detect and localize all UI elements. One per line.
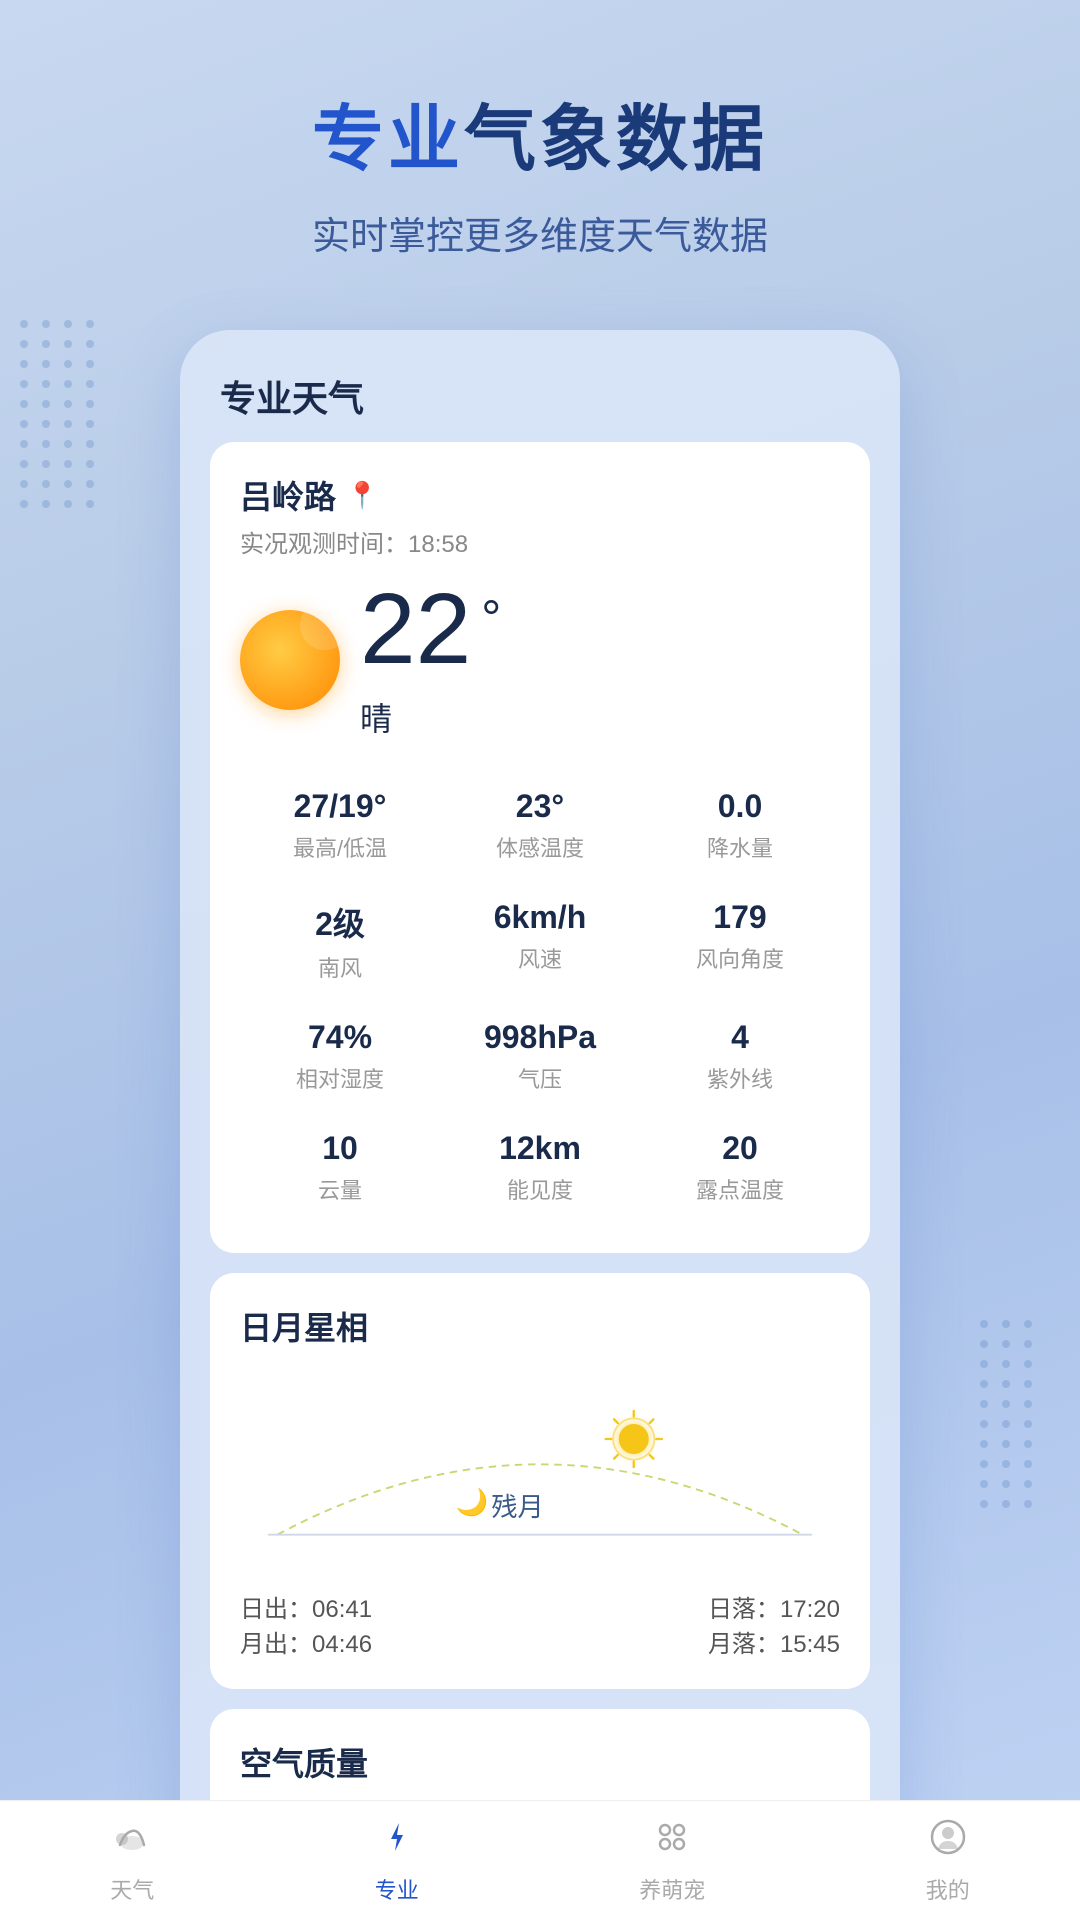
location-icon: 📍 — [346, 480, 378, 511]
data-cell: 20 露点温度 — [640, 1112, 840, 1223]
data-value: 23° — [450, 788, 630, 825]
data-cell: 12km 能见度 — [440, 1112, 640, 1223]
data-cell: 6km/h 风速 — [440, 881, 640, 1001]
data-label: 云量 — [250, 1173, 430, 1205]
data-value: 20 — [650, 1130, 830, 1167]
data-cell: 74% 相对湿度 — [240, 1001, 440, 1112]
data-value: 12km — [450, 1130, 630, 1167]
nav-icon-养萌宠 — [652, 1817, 692, 1867]
nav-item-天气[interactable]: 天气 — [110, 1817, 154, 1905]
nav-item-专业[interactable]: 专业 — [375, 1817, 419, 1905]
data-value: 10 — [250, 1130, 430, 1167]
obs-time: 18:58 — [408, 531, 468, 558]
data-cell: 2级 南风 — [240, 881, 440, 1001]
data-value: 998hPa — [450, 1019, 630, 1056]
data-value: 179 — [650, 899, 830, 936]
data-cell: 23° 体感温度 — [440, 770, 640, 881]
degree-symbol: ° — [481, 589, 501, 647]
data-label: 风向角度 — [650, 942, 830, 974]
air-quality-title: 空气质量 — [240, 1739, 840, 1785]
data-value: 2级 — [250, 899, 430, 945]
nav-item-我的[interactable]: 我的 — [926, 1817, 970, 1905]
sunrise-row: 日出：06:41 月出：04:46 — [240, 1589, 535, 1659]
dot-decoration-left: // Generate dots inline via document.wri… — [20, 320, 120, 620]
data-label: 紫外线 — [650, 1062, 830, 1094]
data-label: 露点温度 — [650, 1173, 830, 1205]
title-rest: 气象数据 — [464, 100, 768, 180]
data-value: 74% — [250, 1019, 430, 1056]
data-label: 气压 — [450, 1062, 630, 1094]
title-highlight: 专业 — [312, 100, 464, 180]
sunset-row: 日落：17:20 月落：15:45 — [545, 1589, 840, 1659]
location-name: 吕岭路 — [240, 472, 336, 518]
sunset-time: 日落：17:20 — [545, 1589, 840, 1624]
data-label: 风速 — [450, 942, 630, 974]
sun-arc-svg: 🌙 残月 — [240, 1369, 840, 1569]
sunrise-time: 日出：06:41 — [240, 1589, 535, 1624]
data-grid: 27/19° 最高/低温 23° 体感温度 0.0 降水量 2级 南风 6km/… — [240, 770, 840, 1223]
data-value: 4 — [650, 1019, 830, 1056]
data-cell: 27/19° 最高/低温 — [240, 770, 440, 881]
nav-icon-我的 — [928, 1817, 968, 1867]
nav-icon-专业 — [377, 1817, 417, 1867]
sun-moon-title: 日月星相 — [240, 1303, 840, 1349]
temp-block: 22 ° 晴 — [360, 579, 501, 740]
dot-decoration-right — [980, 1320, 1060, 1520]
svg-text:🌙: 🌙 — [456, 1487, 489, 1518]
data-label: 能见度 — [450, 1173, 630, 1205]
data-cell: 998hPa 气压 — [440, 1001, 640, 1112]
nav-icon-天气 — [112, 1817, 152, 1867]
sun-arc-container: 🌙 残月 — [240, 1369, 840, 1569]
nav-label-我的: 我的 — [926, 1873, 970, 1905]
phone-mockup: 专业天气 吕岭路 📍 实况观测时间：18:58 22 ° 晴 27/19° 最高… — [180, 330, 900, 1881]
sun-position — [619, 1424, 649, 1454]
temperature: 22 — [360, 579, 471, 679]
data-label: 南风 — [250, 951, 430, 983]
temp-display: 22 ° — [360, 579, 501, 679]
obs-label: 实况观测时间： — [240, 531, 408, 558]
main-title: 专业气象数据 — [40, 80, 1040, 185]
header: 专业气象数据 实时掌控更多维度天气数据 — [0, 0, 1080, 300]
data-value: 27/19° — [250, 788, 430, 825]
nav-label-专业: 专业 — [375, 1873, 419, 1905]
sun-moon-times: 日出：06:41 月出：04:46 日落：17:20 月落：15:45 — [240, 1589, 840, 1659]
current-weather: 22 ° 晴 — [240, 579, 840, 740]
phone-section-title: 专业天气 — [210, 370, 870, 422]
observation-time: 实况观测时间：18:58 — [240, 524, 840, 559]
weather-description: 晴 — [360, 694, 501, 740]
data-value: 0.0 — [650, 788, 830, 825]
data-cell: 4 紫外线 — [640, 1001, 840, 1112]
nav-item-养萌宠[interactable]: 养萌宠 — [639, 1817, 705, 1905]
moonset-time: 月落：15:45 — [545, 1624, 840, 1659]
data-cell: 179 风向角度 — [640, 881, 840, 1001]
nav-label-养萌宠: 养萌宠 — [639, 1873, 705, 1905]
data-label: 体感温度 — [450, 831, 630, 863]
data-cell: 10 云量 — [240, 1112, 440, 1223]
data-label: 最高/低温 — [250, 831, 430, 863]
sun-icon — [240, 610, 340, 710]
nav-label-天气: 天气 — [110, 1873, 154, 1905]
weather-card: 吕岭路 📍 实况观测时间：18:58 22 ° 晴 27/19° 最高/低温 2… — [210, 442, 870, 1253]
location-row: 吕岭路 📍 — [240, 472, 840, 518]
svg-text:残月: 残月 — [491, 1492, 544, 1522]
sun-moon-card: 日月星相 🌙 残月 — [210, 1273, 870, 1689]
bottom-nav: 天气 专业 养萌宠 我的 — [0, 1800, 1080, 1920]
moonrise-time: 月出：04:46 — [240, 1624, 535, 1659]
data-label: 相对湿度 — [250, 1062, 430, 1094]
data-value: 6km/h — [450, 899, 630, 936]
data-label: 降水量 — [650, 831, 830, 863]
main-subtitle: 实时掌控更多维度天气数据 — [40, 205, 1040, 260]
data-cell: 0.0 降水量 — [640, 770, 840, 881]
